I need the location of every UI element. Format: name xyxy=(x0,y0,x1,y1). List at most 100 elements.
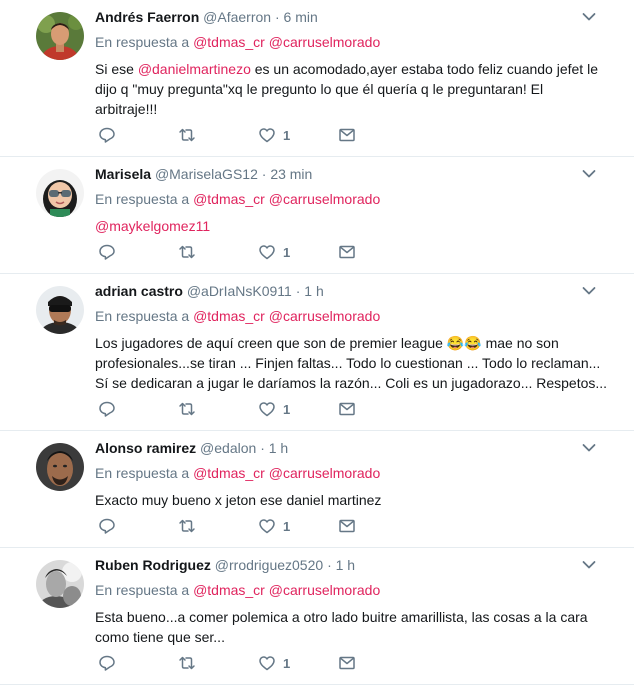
reply-icon xyxy=(98,400,116,418)
like-button[interactable]: 1 xyxy=(258,243,290,261)
tweet-text-segment: arbitraje!!! xyxy=(95,101,158,117)
display-name[interactable]: Alonso ramirez xyxy=(95,440,196,456)
tweet-text-segment: Si ese xyxy=(95,61,138,77)
chevron-down-icon[interactable] xyxy=(582,286,596,296)
like-count: 1 xyxy=(283,518,291,534)
tweet: Ruben Rodriguez @rrodriguez0520 · 1 h En… xyxy=(0,548,634,685)
reply-mention-2[interactable]: @carruselmorado xyxy=(269,582,380,598)
retweet-icon xyxy=(177,243,197,261)
retweet-button[interactable] xyxy=(177,400,197,418)
user-handle[interactable]: @aDrIaNsK0911 xyxy=(187,283,292,299)
direct-message-button[interactable] xyxy=(338,517,356,535)
heart-icon xyxy=(258,517,276,535)
like-count: 1 xyxy=(283,244,291,260)
retweet-button[interactable] xyxy=(177,243,197,261)
user-handle[interactable]: @rrodriguez0520 xyxy=(215,557,323,573)
user-handle[interactable]: @MariselaGS12 xyxy=(155,166,258,182)
avatar[interactable] xyxy=(36,443,84,491)
user-handle[interactable]: @edalon xyxy=(200,440,256,456)
avatar[interactable] xyxy=(36,12,84,60)
reply-button[interactable] xyxy=(98,400,116,418)
tweet-text-line: Los jugadores de aquí creen que son de p… xyxy=(95,333,622,353)
tweet-text-line: profesionales...se tiran ... Finjen falt… xyxy=(95,353,622,373)
direct-message-button[interactable] xyxy=(338,654,356,672)
chevron-down-icon[interactable] xyxy=(582,12,596,22)
mention-link[interactable]: @danielmartinezo xyxy=(138,61,251,77)
reply-mention-1[interactable]: @tdmas_cr xyxy=(193,34,265,50)
reply-prefix: En respuesta a xyxy=(95,191,190,207)
tweet-text-line: Esta bueno...a comer polemica a otro lad… xyxy=(95,607,622,627)
direct-message-button[interactable] xyxy=(338,243,356,261)
reply-mention-1[interactable]: @tdmas_cr xyxy=(193,191,265,207)
timestamp[interactable]: 23 min xyxy=(270,166,312,182)
tweet-actions: 1 xyxy=(95,119,622,156)
reply-context: En respuesta a @tdmas_cr @carruselmorado xyxy=(95,307,622,326)
like-count: 1 xyxy=(283,127,291,143)
reply-mention-2[interactable]: @carruselmorado xyxy=(269,34,380,50)
retweet-button[interactable] xyxy=(177,126,197,144)
timestamp[interactable]: 1 h xyxy=(336,557,355,573)
like-button[interactable]: 1 xyxy=(258,654,290,672)
display-name[interactable]: Ruben Rodriguez xyxy=(95,557,211,573)
avatar[interactable] xyxy=(36,169,84,217)
display-name[interactable]: Andrés Faerron xyxy=(95,9,199,25)
timestamp[interactable]: 1 h xyxy=(269,440,288,456)
avatar[interactable] xyxy=(36,286,84,334)
reply-icon xyxy=(98,654,116,672)
reply-mention-1[interactable]: @tdmas_cr xyxy=(193,308,265,324)
tweet-header: Andrés Faerron @Afaerron · 6 min xyxy=(95,8,622,27)
reply-mention-1[interactable]: @tdmas_cr xyxy=(193,582,265,598)
reply-button[interactable] xyxy=(98,517,116,535)
tweet-text: Exacto muy bueno x jeton ese daniel mart… xyxy=(95,490,622,510)
avatar[interactable] xyxy=(36,560,84,608)
tweet-text-segment: es un acomodado,ayer estaba todo feliz c… xyxy=(250,61,598,77)
reply-prefix: En respuesta a xyxy=(95,34,190,50)
envelope-icon xyxy=(338,517,356,535)
reply-mention-1[interactable]: @tdmas_cr xyxy=(193,465,265,481)
chevron-down-icon[interactable] xyxy=(582,169,596,179)
chevron-down-icon[interactable] xyxy=(582,443,596,453)
reply-prefix: En respuesta a xyxy=(95,465,190,481)
retweet-icon xyxy=(177,400,197,418)
reply-button[interactable] xyxy=(98,654,116,672)
separator-dot: · xyxy=(274,9,280,25)
user-handle[interactable]: @Afaerron xyxy=(203,9,271,25)
retweet-icon xyxy=(177,654,197,672)
timestamp[interactable]: 6 min xyxy=(284,9,318,25)
envelope-icon xyxy=(338,243,356,261)
reply-context: En respuesta a @tdmas_cr @carruselmorado xyxy=(95,33,622,52)
retweet-button[interactable] xyxy=(177,517,197,535)
chevron-down-icon[interactable] xyxy=(582,560,596,570)
tweet-text-segment: como tiene que ser... xyxy=(95,629,225,645)
tweet-header: Alonso ramirez @edalon · 1 h xyxy=(95,439,622,458)
tweet: adrian castro @aDrIaNsK0911 · 1 h En res… xyxy=(0,274,634,431)
direct-message-button[interactable] xyxy=(338,400,356,418)
reply-prefix: En respuesta a xyxy=(95,308,190,324)
tweet-text-line: dijo q "muy pregunta"xq le pregunto lo q… xyxy=(95,79,622,99)
direct-message-button[interactable] xyxy=(338,126,356,144)
reply-icon xyxy=(98,126,116,144)
separator-dot: · xyxy=(260,440,265,456)
tweet-text-segment: Esta bueno...a comer polemica a otro lad… xyxy=(95,609,588,625)
tweet-actions: 1 xyxy=(95,236,622,273)
envelope-icon xyxy=(338,126,356,144)
like-button[interactable]: 1 xyxy=(258,517,290,535)
heart-icon xyxy=(258,243,276,261)
envelope-icon xyxy=(338,400,356,418)
mention-link[interactable]: @maykelgomez11 xyxy=(95,218,210,234)
reply-icon xyxy=(98,243,116,261)
retweet-button[interactable] xyxy=(177,654,197,672)
reply-button[interactable] xyxy=(98,126,116,144)
reply-context: En respuesta a @tdmas_cr @carruselmorado xyxy=(95,190,622,209)
like-button[interactable]: 1 xyxy=(258,126,290,144)
reply-mention-2[interactable]: @carruselmorado xyxy=(269,191,380,207)
display-name[interactable]: adrian castro xyxy=(95,283,183,299)
tweet-text: @maykelgomez11 xyxy=(95,216,622,236)
reply-mention-2[interactable]: @carruselmorado xyxy=(269,308,380,324)
reply-mention-2[interactable]: @carruselmorado xyxy=(269,465,380,481)
timestamp[interactable]: 1 h xyxy=(304,283,323,299)
tweet-text-line: Sí se dedicaran a jugar le daríamos la r… xyxy=(95,373,622,393)
like-button[interactable]: 1 xyxy=(258,400,290,418)
reply-button[interactable] xyxy=(98,243,116,261)
display-name[interactable]: Marisela xyxy=(95,166,151,182)
